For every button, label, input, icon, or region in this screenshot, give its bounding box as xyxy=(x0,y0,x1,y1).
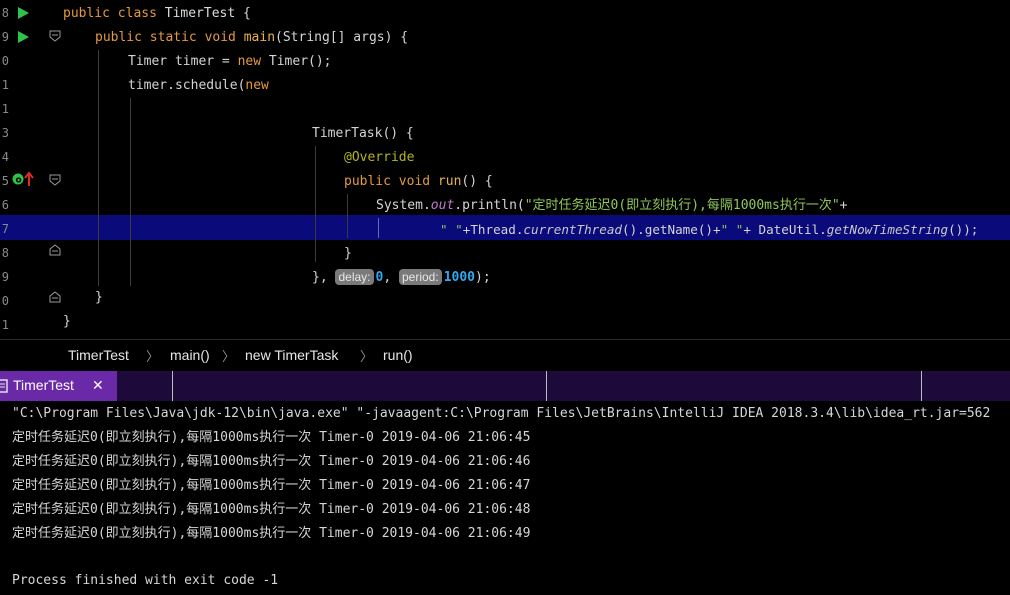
line-number: 0 xyxy=(1,54,9,68)
indent-guide xyxy=(347,194,348,238)
breadcrumb-item[interactable]: TimerTest xyxy=(68,347,129,363)
line-number: 9 xyxy=(1,30,9,44)
console-exit-message: Process finished with exit code -1 xyxy=(12,573,279,588)
tab-timertest[interactable]: TimerTest ✕ xyxy=(0,371,117,401)
indent-guide xyxy=(98,50,99,286)
line-number: 1 xyxy=(1,78,9,92)
line-number: 3 xyxy=(1,126,9,140)
code-line: public void run() { xyxy=(344,174,493,189)
run-tool-tabbar: TimerTest ✕ xyxy=(0,371,1010,401)
console-line: 定时任务延迟0(即立刻执行),每隔1000ms执行一次 Timer-0 2019… xyxy=(12,478,531,493)
line-number: 1 xyxy=(1,102,9,116)
breadcrumb: TimerTest 〉 main() 〉 new TimerTask 〉 run… xyxy=(0,339,1010,371)
breadcrumb-item[interactable]: main() xyxy=(170,347,210,363)
param-hint: period: xyxy=(399,269,442,285)
code-line: } xyxy=(344,246,352,261)
breadcrumb-separator: 〉 xyxy=(222,349,236,364)
console-command: "C:\Program Files\Java\jdk-12\bin\java.e… xyxy=(12,406,991,421)
close-icon[interactable]: ✕ xyxy=(92,377,104,394)
code-line: }, delay: 0, period: 1000); xyxy=(312,269,491,285)
line-number: 9 xyxy=(1,270,9,284)
code-line: public static void main(String[] args) { xyxy=(95,30,409,45)
line-number: 5 xyxy=(1,174,9,188)
run-gutter-icon[interactable] xyxy=(18,31,29,43)
tab-divider xyxy=(546,371,547,401)
console-line: 定时任务延迟0(即立刻执行),每隔1000ms执行一次 Timer-0 2019… xyxy=(12,430,531,445)
code-line: TimerTask() { xyxy=(312,126,414,141)
console-output[interactable]: "C:\Program Files\Java\jdk-12\bin\java.e… xyxy=(0,401,1010,595)
param-hint: delay: xyxy=(335,269,374,285)
fold-icon[interactable] xyxy=(49,30,61,42)
indent-guide xyxy=(378,218,379,238)
console-line: 定时任务延迟0(即立刻执行),每隔1000ms执行一次 Timer-0 2019… xyxy=(12,526,531,541)
code-line: timer.schedule(new xyxy=(128,78,269,93)
run-tool-icon xyxy=(0,379,8,393)
line-number: 8 xyxy=(1,6,9,20)
run-gutter-icon[interactable] xyxy=(18,7,29,19)
svg-text:o: o xyxy=(16,176,22,186)
code-line: } xyxy=(95,290,103,305)
indent-guide xyxy=(130,98,131,286)
tab-divider xyxy=(921,371,922,401)
code-line: public class TimerTest { xyxy=(63,6,251,21)
code-line: " "+Thread.currentThread().getName()+" "… xyxy=(440,222,979,237)
fold-icon[interactable] xyxy=(49,291,61,303)
breadcrumb-item[interactable]: new TimerTask xyxy=(245,347,338,363)
code-editor[interactable]: 8 9 0 1 1 3 4 5 6 7 8 9 0 1 o public cla… xyxy=(0,0,1010,339)
line-number: 6 xyxy=(1,198,9,212)
console-line: 定时任务延迟0(即立刻执行),每隔1000ms执行一次 Timer-0 2019… xyxy=(12,454,531,469)
breadcrumb-separator: 〉 xyxy=(360,349,374,364)
line-number: 1 xyxy=(1,318,9,332)
breadcrumb-separator: 〉 xyxy=(146,349,160,364)
line-number: 8 xyxy=(1,246,9,260)
fold-icon[interactable] xyxy=(49,174,61,186)
line-number: 0 xyxy=(1,294,9,308)
line-number: 4 xyxy=(1,150,9,164)
code-line: System.out.println("定时任务延迟0(即立刻执行),每隔100… xyxy=(376,198,848,213)
breadcrumb-item[interactable]: run() xyxy=(383,347,413,363)
line-number: 7 xyxy=(1,222,9,236)
code-line: @Override xyxy=(344,150,415,165)
override-marker-icon[interactable]: o xyxy=(11,171,35,187)
code-line: Timer timer = new Timer(); xyxy=(128,54,332,69)
tab-label: TimerTest xyxy=(13,377,74,393)
code-line: } xyxy=(63,314,71,329)
tab-divider xyxy=(172,371,173,401)
fold-icon[interactable] xyxy=(49,244,61,256)
console-line: 定时任务延迟0(即立刻执行),每隔1000ms执行一次 Timer-0 2019… xyxy=(12,502,531,517)
indent-guide xyxy=(315,146,316,262)
